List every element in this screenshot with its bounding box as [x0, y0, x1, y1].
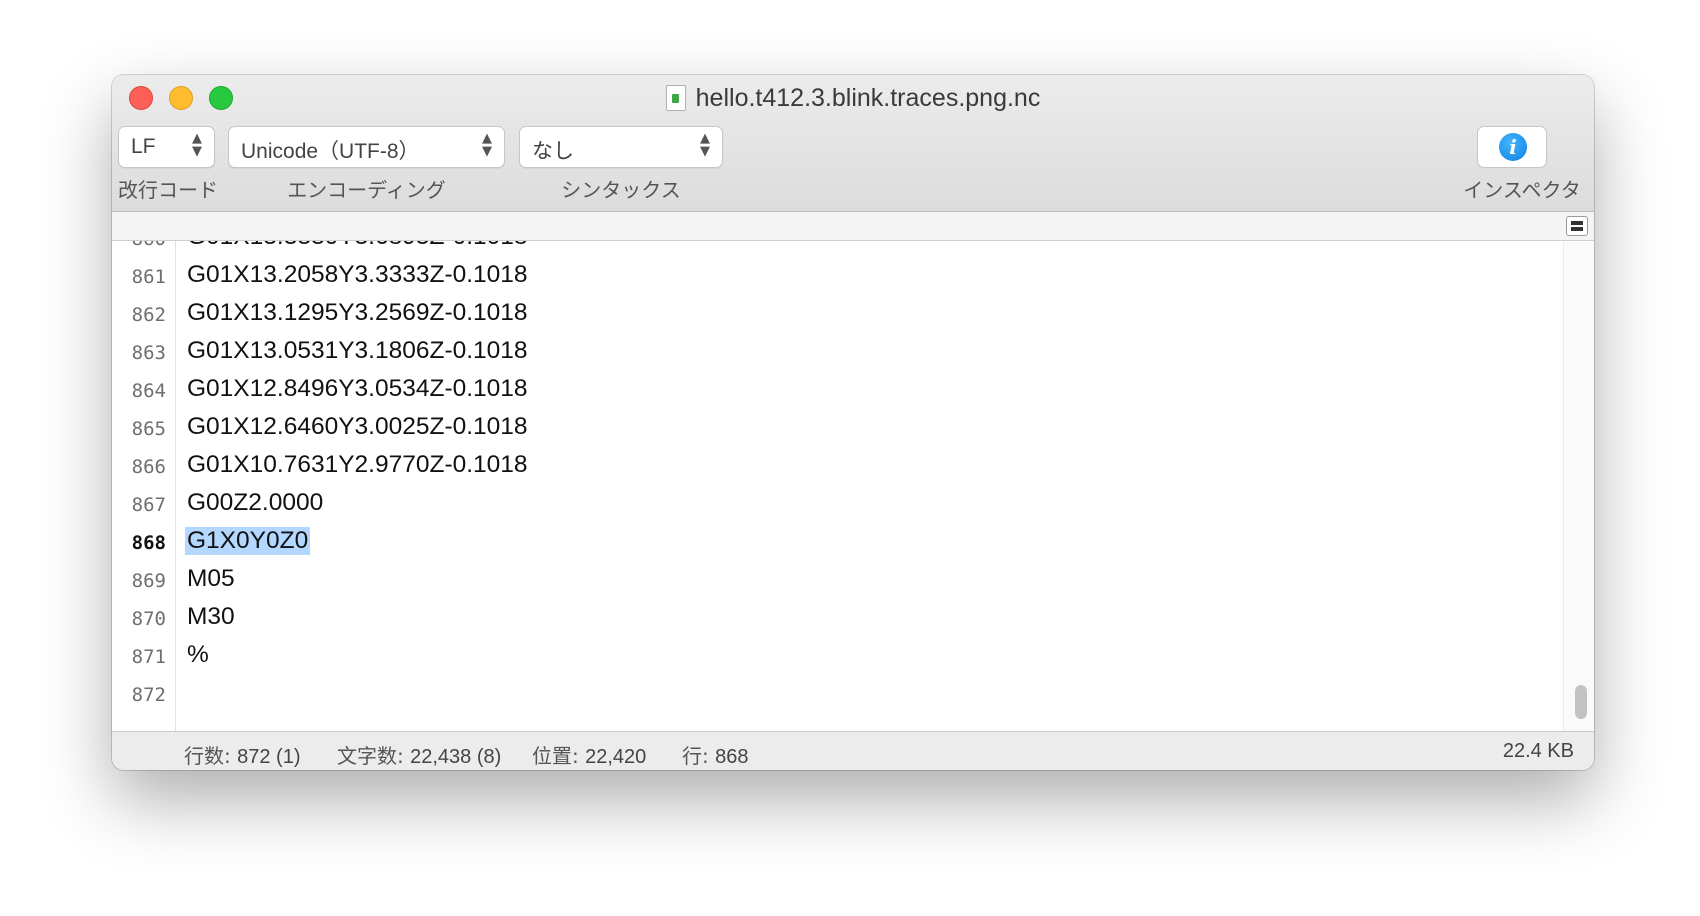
editor-line: 872	[112, 677, 1512, 715]
editor-line: 865 G01X12.6460Y3.0025Z-0.1018	[112, 411, 1512, 449]
inspector-button[interactable]: i	[1477, 126, 1547, 168]
editor-line: 870 M30	[112, 601, 1512, 639]
scrollbar-thumb[interactable]	[1575, 685, 1587, 719]
titlebar: hello.t412.3.blink.traces.png.nc LF ▲ ▼ 改…	[112, 75, 1594, 212]
line-number: 860	[112, 241, 166, 250]
line-text[interactable]: G01X12.8496Y3.0534Z-0.1018	[187, 375, 528, 403]
line-ending-label: 改行コード	[118, 178, 218, 202]
document-icon[interactable]	[665, 85, 686, 111]
status-row: 行: 868	[682, 740, 748, 769]
inspector-label: インスペクタ	[1463, 178, 1581, 202]
status-pos-value: 22,420	[585, 746, 647, 768]
line-number: 864	[131, 380, 166, 402]
line-number: 861	[131, 266, 166, 288]
encoding-value: Unicode（UTF-8）	[241, 140, 420, 163]
status-lines-label: 行数:	[184, 744, 231, 768]
status-row-label: 行:	[682, 744, 709, 768]
selected-text[interactable]: G1X0Y0Z0	[185, 527, 311, 555]
syntax-label: シンタックス	[561, 178, 681, 202]
status-file-size: 22.4 KB	[1502, 740, 1574, 762]
syntax-popup[interactable]: なし ▲ ▼	[519, 126, 723, 168]
line-number-current: 868	[131, 532, 166, 554]
navigation-bar	[112, 212, 1594, 241]
status-position: 位置: 22,420	[532, 740, 646, 769]
line-text[interactable]: %	[187, 641, 209, 669]
vertical-scrollbar[interactable]	[1563, 241, 1594, 731]
line-text[interactable]: M30	[187, 603, 235, 631]
line-number: 866	[131, 456, 166, 478]
editor-line: 862 G01X13.1295Y3.2569Z-0.1018	[112, 297, 1512, 335]
updown-chevron-icon: ▲ ▼	[482, 131, 492, 159]
status-row-value: 868	[715, 746, 749, 768]
status-chars-value: 22,438 (8)	[410, 746, 502, 768]
line-number: 871	[131, 646, 166, 668]
line-text[interactable]: G01X13.2058Y3.3333Z-0.1018	[187, 261, 528, 289]
line-number: 863	[131, 342, 166, 364]
status-char-count: 文字数: 22,438 (8)	[337, 740, 501, 769]
line-text[interactable]: M05	[187, 565, 235, 593]
editor-line: 871 %	[112, 639, 1512, 677]
line-text[interactable]: G01X13.1295Y3.2569Z-0.1018	[187, 299, 528, 327]
editor-line: 861 G01X13.2058Y3.3333Z-0.1018	[112, 259, 1512, 297]
line-ending-value: LF	[131, 135, 156, 158]
split-editor-icon[interactable]	[1566, 216, 1588, 236]
status-pos-label: 位置:	[532, 744, 579, 768]
status-bar: 行数: 872 (1) 文字数: 22,438 (8) 位置: 22,420 行…	[112, 731, 1594, 770]
window-title: hello.t412.3.blink.traces.png.nc	[695, 83, 1041, 112]
line-number: 862	[131, 304, 166, 326]
encoding-label: エンコーディング	[287, 178, 446, 202]
editor-line: 863 G01X13.0531Y3.1806Z-0.1018	[112, 335, 1512, 373]
updown-chevron-icon: ▲ ▼	[192, 131, 202, 159]
editor-line: 869 M05	[112, 563, 1512, 601]
text-editor[interactable]: 860 G01X13.3330Y3.6895Z-0.1018 861 G01X1…	[112, 241, 1594, 731]
line-number: 869	[131, 570, 166, 592]
line-number: 870	[131, 608, 166, 630]
status-line-count: 行数: 872 (1)	[184, 740, 300, 769]
line-text[interactable]: G01X13.3330Y3.6895Z-0.1018	[187, 241, 528, 251]
line-text[interactable]: G00Z2.0000	[187, 489, 323, 517]
line-number: 867	[131, 494, 166, 516]
status-chars-label: 文字数:	[337, 744, 404, 768]
editor-window: hello.t412.3.blink.traces.png.nc LF ▲ ▼ 改…	[112, 75, 1594, 770]
editor-line: 864 G01X12.8496Y3.0534Z-0.1018	[112, 373, 1512, 411]
line-number: 865	[131, 418, 166, 440]
info-icon: i	[1499, 133, 1527, 161]
editor-line: 867 G00Z2.0000	[112, 487, 1512, 525]
title-area: hello.t412.3.blink.traces.png.nc	[112, 81, 1594, 115]
encoding-popup[interactable]: Unicode（UTF-8） ▲ ▼	[228, 126, 505, 168]
updown-chevron-icon: ▲ ▼	[700, 131, 710, 159]
editor-line-current: 868 G1X0Y0Z0	[112, 525, 1512, 563]
editor-line: 860 G01X13.3330Y3.6895Z-0.1018	[112, 241, 1512, 259]
line-text[interactable]: G01X13.0531Y3.1806Z-0.1018	[187, 337, 528, 365]
line-text[interactable]: G01X12.6460Y3.0025Z-0.1018	[187, 413, 528, 441]
line-ending-popup[interactable]: LF ▲ ▼	[118, 126, 215, 168]
line-text[interactable]: G01X10.7631Y2.9770Z-0.1018	[187, 451, 528, 479]
editor-line: 866 G01X10.7631Y2.9770Z-0.1018	[112, 449, 1512, 487]
status-lines-value: 872 (1)	[237, 746, 301, 768]
line-number: 872	[131, 684, 166, 706]
syntax-value: なし	[532, 140, 574, 163]
